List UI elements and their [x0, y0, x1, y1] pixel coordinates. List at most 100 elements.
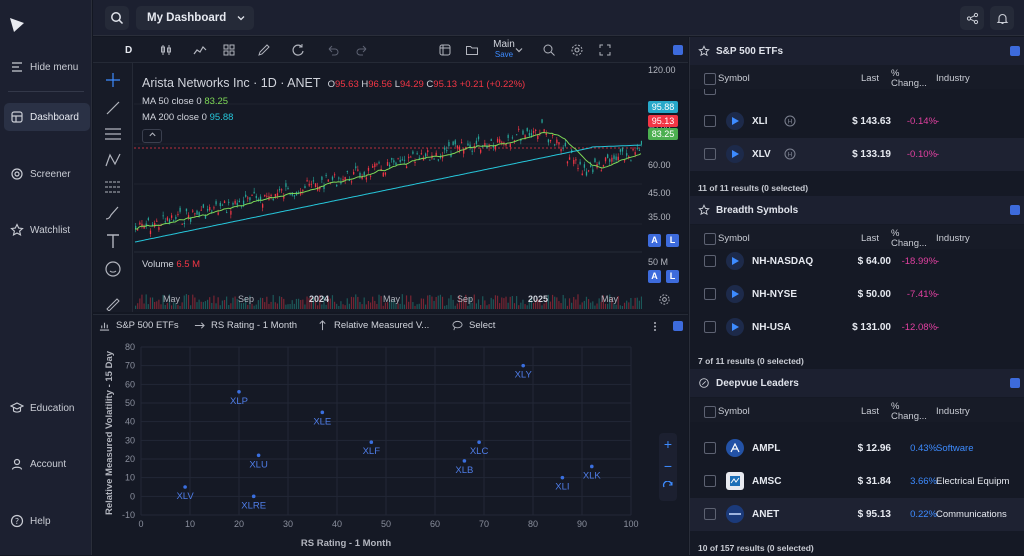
reset-zoom-icon[interactable]: [662, 481, 674, 493]
nav-help[interactable]: ? Help: [4, 507, 90, 535]
table-row[interactable]: AMSC $ 31.84 3.66% Electrical Equipm: [690, 465, 1024, 498]
table-row[interactable]: XLV H $ 133.19 -0.10% -: [690, 138, 1024, 171]
breadth-section-header[interactable]: Breadth Symbols: [690, 196, 1024, 224]
zoom-icon[interactable]: [542, 43, 556, 57]
share-button[interactable]: [960, 6, 984, 30]
select-all-checkbox[interactable]: [704, 73, 716, 85]
chart-settings-icon[interactable]: [658, 293, 671, 306]
row-checkbox[interactable]: [704, 475, 716, 487]
industry-col-header[interactable]: Industry: [936, 73, 970, 84]
leaders-link-indicator[interactable]: [1010, 378, 1020, 388]
scatter-chart[interactable]: 0 10 20 30 40 50 60 70 80 90 10080706050403020100-…: [93, 337, 688, 556]
candles-icon[interactable]: [159, 43, 173, 57]
more-options-icon[interactable]: [653, 321, 657, 332]
zoom-in-button[interactable]: +: [659, 435, 677, 453]
industry-col-header[interactable]: Industry: [936, 233, 970, 244]
row-checkbox[interactable]: [704, 288, 716, 300]
row-checkbox[interactable]: [704, 508, 716, 520]
interval-button[interactable]: D: [125, 45, 132, 56]
table-row[interactable]: NH-USA $ 131.00 -12.08% -: [690, 311, 1024, 344]
pattern-icon[interactable]: [104, 152, 122, 168]
search-button[interactable]: [105, 6, 129, 30]
row-checkbox[interactable]: [704, 255, 716, 267]
log-scale-button[interactable]: L: [666, 234, 679, 247]
collapse-legend-button[interactable]: [142, 129, 162, 143]
scatter-point[interactable]: [237, 390, 241, 394]
nav-watchlist[interactable]: Watchlist: [4, 216, 90, 244]
y-metric-selector[interactable]: Relative Measured V...: [317, 320, 429, 331]
leaders-section-header[interactable]: Deepvue Leaders: [690, 369, 1024, 397]
breadth-link-indicator[interactable]: [1010, 205, 1020, 215]
horizontal-lines-icon[interactable]: [104, 126, 122, 142]
undo-icon[interactable]: [326, 43, 340, 57]
scatter-point[interactable]: [477, 440, 481, 444]
row-checkbox[interactable]: [704, 321, 716, 333]
pen-icon[interactable]: [257, 43, 271, 57]
zoom-out-button[interactable]: −: [659, 457, 677, 475]
select-all-checkbox[interactable]: [704, 406, 716, 418]
chart-plot-area[interactable]: Arista Networks Inc · 1D · ANET O95.63 H…: [134, 64, 642, 312]
info-h-icon[interactable]: H: [784, 148, 796, 160]
trendline-icon[interactable]: [105, 100, 121, 116]
scatter-point[interactable]: [369, 440, 374, 444]
nav-education[interactable]: Education: [4, 394, 90, 422]
nav-account[interactable]: Account: [4, 450, 90, 478]
etfs-section-header[interactable]: S&P 500 ETFs: [690, 37, 1024, 65]
log-scale-volume-button[interactable]: L: [666, 270, 679, 283]
app-logo[interactable]: [8, 16, 26, 34]
row-checkbox[interactable]: [704, 89, 716, 95]
chg-col-header-2[interactable]: Chang...: [891, 411, 927, 422]
emoji-icon[interactable]: [104, 260, 122, 278]
notifications-button[interactable]: [990, 6, 1014, 30]
symbol-col-header[interactable]: Symbol: [718, 233, 750, 244]
table-row[interactable]: XLI H $ 143.63 -0.14% -: [690, 105, 1024, 138]
chg-col-header-2[interactable]: Chang...: [891, 78, 927, 89]
select-all-checkbox[interactable]: [704, 233, 716, 245]
auto-scale-volume-button[interactable]: A: [648, 270, 661, 283]
chevron-down-icon[interactable]: [514, 45, 524, 55]
scatter-point[interactable]: [251, 494, 256, 499]
settings-icon[interactable]: [570, 43, 584, 57]
fibonacci-icon[interactable]: [104, 179, 122, 195]
hide-menu-button[interactable]: Hide menu: [4, 53, 90, 81]
info-h-icon[interactable]: H: [784, 115, 796, 127]
etfs-link-indicator[interactable]: [1010, 46, 1020, 56]
scatter-link-indicator[interactable]: [673, 321, 683, 331]
select-tool[interactable]: Select: [452, 320, 495, 331]
nav-dashboard[interactable]: Dashboard: [4, 103, 90, 131]
layout-icon[interactable]: [438, 43, 452, 57]
symbol-col-header[interactable]: Symbol: [718, 406, 750, 417]
scatter-point[interactable]: [320, 410, 325, 415]
row-checkbox[interactable]: [704, 115, 716, 127]
folder-icon[interactable]: [465, 43, 479, 57]
dashboard-selector[interactable]: My Dashboard: [136, 6, 254, 30]
auto-scale-button[interactable]: A: [648, 234, 661, 247]
last-col-header[interactable]: Last: [861, 406, 879, 417]
symbol-col-header[interactable]: Symbol: [718, 73, 750, 84]
row-checkbox[interactable]: [704, 148, 716, 160]
table-row[interactable]: NH-NASDAQ $ 64.00 -18.99% -: [690, 245, 1024, 278]
ruler-icon[interactable]: [105, 297, 121, 311]
refresh-icon[interactable]: [291, 43, 305, 57]
last-col-header[interactable]: Last: [861, 73, 879, 84]
nav-screener[interactable]: Screener: [4, 160, 90, 188]
x-metric-selector[interactable]: RS Rating - 1 Month: [194, 320, 297, 331]
scatter-point[interactable]: [521, 363, 525, 368]
scatter-point[interactable]: [590, 464, 594, 469]
scatter-point[interactable]: [183, 485, 187, 489]
scatter-point[interactable]: [462, 459, 467, 463]
text-icon[interactable]: [104, 233, 122, 249]
time-axis[interactable]: May Sep 2024 May Sep 2025 May: [134, 292, 642, 310]
last-col-header[interactable]: Last: [861, 233, 879, 244]
brush-icon[interactable]: [104, 205, 122, 221]
table-row[interactable]: AMPL $ 12.96 0.43% Software: [690, 432, 1024, 465]
industry-col-header[interactable]: Industry: [936, 406, 970, 417]
fullscreen-icon[interactable]: [598, 43, 612, 57]
list-selector[interactable]: S&P 500 ETFs: [99, 320, 179, 331]
crosshair-icon[interactable]: [105, 72, 121, 88]
indicators-icon[interactable]: [193, 43, 207, 57]
redo-icon[interactable]: [355, 43, 369, 57]
scatter-point[interactable]: [256, 453, 261, 458]
table-row[interactable]: ANET $ 95.13 0.22% Communications: [690, 498, 1024, 531]
templates-icon[interactable]: [222, 43, 236, 57]
